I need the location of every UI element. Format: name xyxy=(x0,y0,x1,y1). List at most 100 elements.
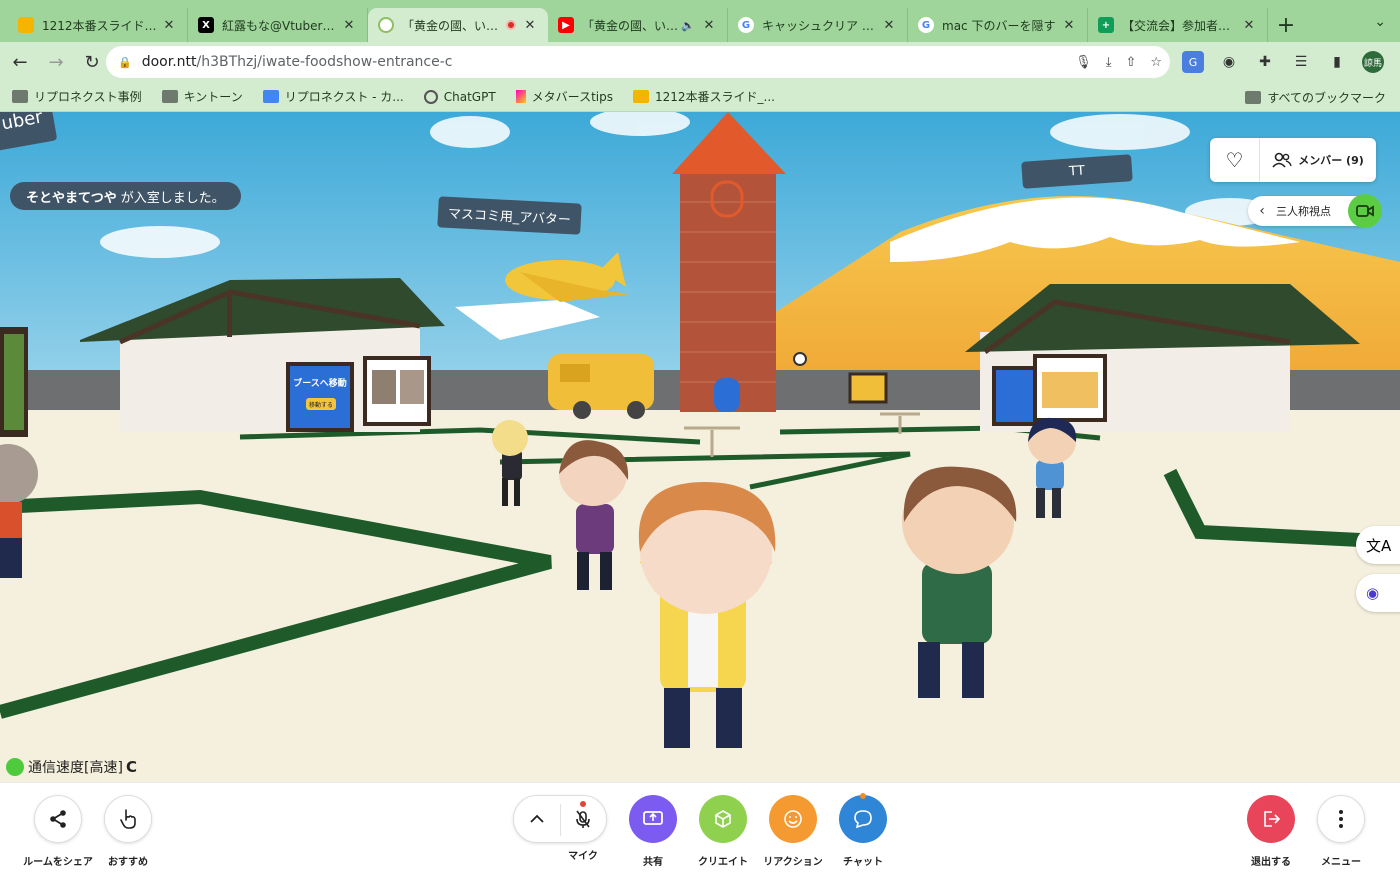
bookmark-item[interactable]: キントーン xyxy=(161,88,243,105)
bookmark-label: キントーン xyxy=(183,90,243,104)
puzzle-extensions-icon[interactable]: ✚ xyxy=(1254,51,1276,73)
reaction-label: リアクション xyxy=(763,857,823,868)
share-icon[interactable]: ⇧ xyxy=(1125,55,1136,70)
bookmark-item[interactable]: リプロネクスト - カ... xyxy=(262,88,404,105)
speed-value: [高速] xyxy=(84,760,123,776)
tab-title: 「黄金の國、いわて xyxy=(582,18,682,33)
close-icon[interactable]: ✕ xyxy=(881,18,897,33)
close-icon[interactable]: ✕ xyxy=(341,18,357,33)
forward-icon[interactable]: → xyxy=(40,46,72,78)
speaker-icon[interactable]: 🔈 xyxy=(681,19,695,32)
joined-user-name: そとやまてつや xyxy=(26,190,117,206)
tab-sheets[interactable]: + 【交流会】参加者一覧 ✕ xyxy=(1088,8,1268,42)
close-icon[interactable]: ✕ xyxy=(522,18,538,33)
tab-slides[interactable]: 1212本番スライド_【交 ✕ xyxy=(8,8,188,42)
profile-avatar[interactable]: 諒馬 xyxy=(1362,51,1384,73)
chatgpt-icon xyxy=(423,89,438,104)
view-mode-toggle[interactable]: ‹ 三人称視点 xyxy=(1248,194,1382,228)
translate-extension-icon[interactable]: G xyxy=(1182,51,1204,73)
mic-label-wrap: マイク xyxy=(543,843,623,862)
extensions-area: G ◉ ✚ ☰ ▮ 諒馬 ⋮ xyxy=(1182,48,1400,76)
tab-google-mac[interactable]: G mac 下のバーを隠す ✕ xyxy=(908,8,1088,42)
lock-icon[interactable]: 🔒 xyxy=(118,56,132,69)
tab-title: キャッシュクリア pc - xyxy=(762,18,881,33)
url-path: /h3BThzj/iwate-foodshow-entrance-c xyxy=(196,54,453,70)
pen-icon xyxy=(515,90,526,103)
mic-toggle-button[interactable] xyxy=(560,796,606,842)
booth-direction-sign xyxy=(848,372,888,404)
reading-list-icon[interactable]: ☰ xyxy=(1290,51,1312,73)
top-right-panel: ♡ メンバー (9) xyxy=(1210,138,1376,182)
share-screen-button[interactable]: 共有 xyxy=(613,795,693,868)
install-app-icon[interactable]: ⤓ xyxy=(1106,55,1112,70)
booth-sign-title: ブースへ移動 xyxy=(293,377,347,388)
smiley-icon xyxy=(784,810,802,828)
speed-label: 通信速度 xyxy=(28,760,84,776)
expand-up-button[interactable] xyxy=(514,796,560,842)
close-icon[interactable]: ✕ xyxy=(161,18,177,33)
screen-share-icon xyxy=(643,811,663,825)
calendar-icon xyxy=(262,90,279,103)
share-room-button[interactable]: ルームをシェア xyxy=(18,795,98,868)
bookmark-label: 1212本番スライド_... xyxy=(654,90,775,104)
bookmark-item[interactable]: ChatGPT xyxy=(423,89,496,104)
close-icon[interactable]: ✕ xyxy=(1061,18,1077,33)
reload-icon[interactable]: ↻ xyxy=(76,46,108,78)
chat-button[interactable]: チャット xyxy=(823,793,903,868)
tab-youtube[interactable]: ▶ 「黄金の國、いわて 🔈 ✕ xyxy=(548,8,728,42)
leave-button[interactable]: 退出する xyxy=(1231,795,1311,868)
metaverse-viewport[interactable]: ブースへ移動 移動する そとやまてつや が入室しました。 マスコミ用_アバター T… xyxy=(0,112,1400,782)
booth-sign-button-label: 移動する xyxy=(309,401,333,409)
view-mode-label: 三人称視点 xyxy=(1276,205,1331,218)
tab-strip: 1212本番スライド_【交 ✕ X 紅露もな@Vtuber（@ ✕ 「黄金の國、… xyxy=(0,0,1400,42)
tab-title: 【交流会】参加者一覧 xyxy=(1122,18,1241,33)
recommend-label: おすすめ xyxy=(108,857,148,868)
speed-status-indicator xyxy=(6,758,24,776)
chevron-up-icon xyxy=(530,814,544,823)
all-bookmarks[interactable]: すべてのブックマーク xyxy=(1245,82,1386,112)
mic-control-group xyxy=(513,795,607,843)
back-icon[interactable]: ← xyxy=(4,46,36,78)
join-notification: そとやまてつや が入室しました。 xyxy=(10,182,241,210)
connection-speed: 通信速度 [高速] C xyxy=(6,757,137,777)
door-assistant-icon[interactable]: ◉ xyxy=(1356,574,1400,612)
camera-icon[interactable] xyxy=(1348,194,1382,228)
side-panel-icon[interactable]: ▮ xyxy=(1326,51,1348,73)
bookmark-item[interactable]: リプロネクスト事例 xyxy=(12,88,142,105)
menu-label: メニュー xyxy=(1321,857,1361,868)
create-button[interactable]: クリエイト xyxy=(683,795,763,868)
microphone-icon[interactable]: 🎙 xyxy=(1075,55,1092,70)
menu-button[interactable]: メニュー xyxy=(1301,795,1381,868)
tab-google-cache[interactable]: G キャッシュクリア pc - ✕ xyxy=(728,8,908,42)
address-bar[interactable]: 🔒 door.ntt/h3BThzj/iwate-foodshow-entran… xyxy=(106,46,1170,78)
left-partial-poster xyxy=(4,334,24,430)
tab-door-active[interactable]: 「黄金の國、いわて ✕ xyxy=(368,8,548,42)
share-room-label: ルームをシェア xyxy=(23,857,93,868)
kebab-menu-icon xyxy=(1339,810,1343,828)
close-icon[interactable]: ✕ xyxy=(1241,18,1257,33)
tab-x[interactable]: X 紅露もな@Vtuber（@ ✕ xyxy=(188,8,368,42)
tab-search-icon[interactable]: ⌄ xyxy=(1374,14,1386,30)
bookmark-star-icon[interactable]: ☆ xyxy=(1150,55,1162,70)
chat-unread-dot xyxy=(860,793,866,799)
new-tab-button[interactable]: + xyxy=(1268,8,1304,42)
leave-label: 退出する xyxy=(1251,857,1291,868)
heart-icon[interactable]: ♡ xyxy=(1210,138,1260,182)
members-button[interactable]: メンバー (9) xyxy=(1260,152,1376,168)
reaction-button[interactable]: リアクション xyxy=(753,795,833,868)
close-icon[interactable]: ✕ xyxy=(701,18,717,33)
refresh-icon[interactable]: C xyxy=(126,758,137,776)
bookmark-label: メタバースtips xyxy=(531,90,613,104)
sheets-icon: + xyxy=(1098,17,1114,33)
slides-icon xyxy=(632,90,649,103)
bookmark-label: ChatGPT xyxy=(443,89,496,104)
cursor-ring xyxy=(793,352,807,366)
translate-icon[interactable]: 文A xyxy=(1356,526,1400,564)
recommend-button[interactable]: おすすめ xyxy=(88,795,168,868)
x-logo-icon: X xyxy=(198,17,214,33)
chevron-left-icon[interactable]: ‹ xyxy=(1248,203,1276,219)
bookmark-item[interactable]: メタバースtips xyxy=(515,88,613,105)
door-extension-icon[interactable]: ◉ xyxy=(1218,51,1240,73)
bookmark-item[interactable]: 1212本番スライド_... xyxy=(632,88,775,105)
joined-suffix: が入室しました。 xyxy=(120,190,225,206)
